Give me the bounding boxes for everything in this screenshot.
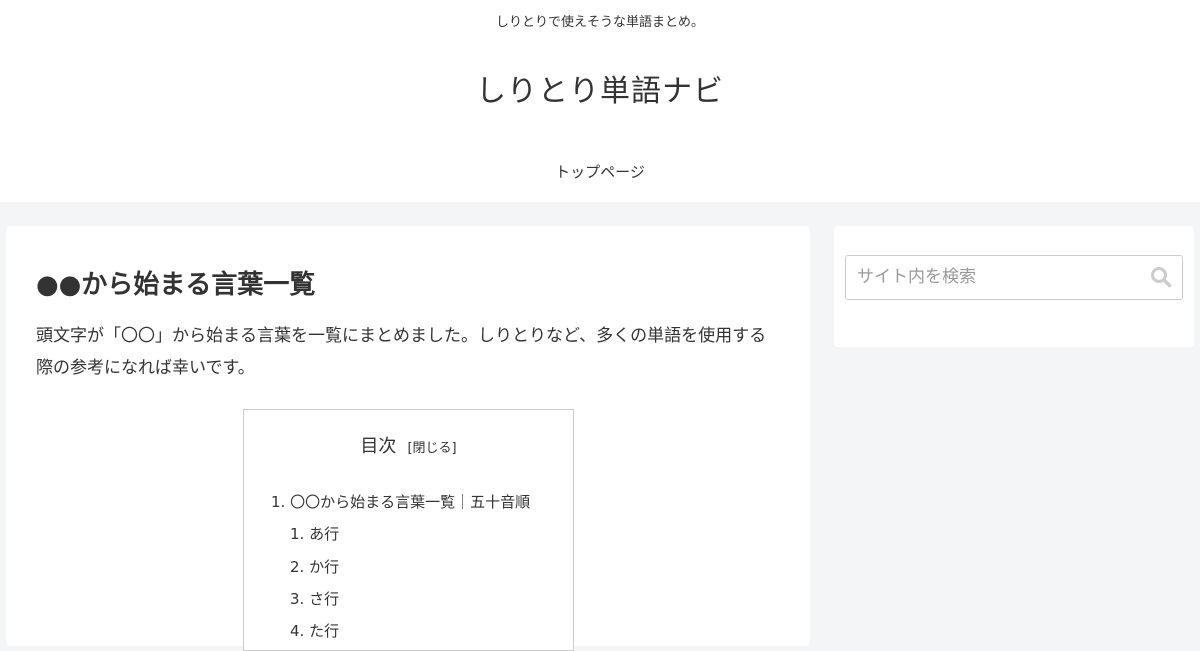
site-title-link[interactable]: しりとり単語ナビ [476,74,724,109]
site-tagline: しりとりで使えそうな単語まとめ。 [495,15,704,30]
toc-subitem-link[interactable]: さ行 [309,590,339,608]
toc-subitem: 2. か行 [290,557,339,577]
table-of-contents: 目次 [閉じる] 1. 〇〇から始まる言葉一覧｜五十音順 1. あ行 2. か行… [243,409,574,651]
toc-item: 1. 〇〇から始まる言葉一覧｜五十音順 [271,492,530,512]
search-form [845,255,1183,300]
toc-subitem-number: 1. [290,525,305,543]
site-header: しりとりで使えそうな単語まとめ。 しりとり単語ナビ トップページ [0,0,1200,202]
toc-subitem-link[interactable]: か行 [309,558,339,576]
toc-subitem: 1. あ行 [290,524,339,544]
search-input[interactable] [847,257,1147,296]
toc-title: 目次 [360,436,397,457]
article-card: ●●から始まる言葉一覧 頭文字が「〇〇」から始まる言葉を一覧にまとめました。しり… [6,226,810,651]
article-title: ●●から始まる言葉一覧 [36,270,316,300]
global-nav: トップページ [0,161,1200,182]
toc-subitem: 4. た行 [290,621,339,641]
search-icon [1151,267,1172,288]
sidebar-search-widget [834,226,1194,347]
toc-subitem-number: 4. [290,622,305,640]
toc-subitem-number: 3. [290,590,305,608]
search-button[interactable] [1150,266,1174,288]
toc-subitem-link[interactable]: あ行 [309,525,339,543]
toc-toggle-button[interactable]: [閉じる] [407,441,456,456]
toc-item-number: 1. [271,493,286,511]
site-title: しりとり単語ナビ [0,66,1200,110]
article-intro: 頭文字が「〇〇」から始まる言葉を一覧にまとめました。しりとりなど、多くの単語を使… [36,326,767,378]
toc-subitem: 3. さ行 [290,589,339,609]
nav-item-top-page[interactable]: トップページ [555,163,645,181]
toc-subitem-link[interactable]: た行 [309,622,339,640]
toc-item-link[interactable]: 〇〇から始まる言葉一覧｜五十音順 [290,493,530,511]
toc-header: 目次 [閉じる] [244,432,573,458]
toc-subitem-number: 2. [290,558,305,576]
